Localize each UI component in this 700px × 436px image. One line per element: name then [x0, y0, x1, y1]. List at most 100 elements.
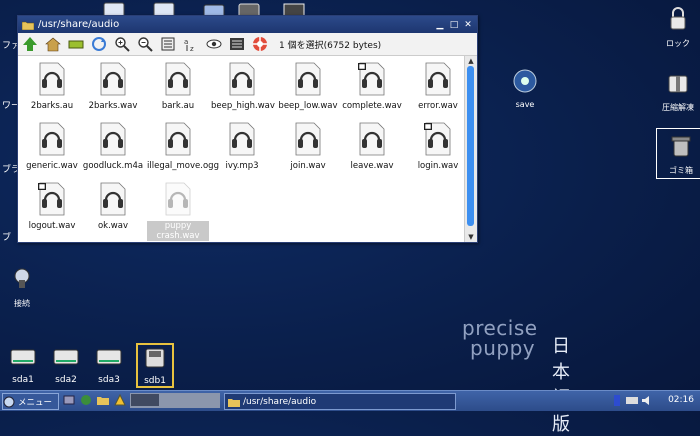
- vertical-scrollbar[interactable]: ▲ ▼: [464, 56, 477, 242]
- file-name: generic.wav: [26, 161, 78, 171]
- file-item[interactable]: goodluck.m4a: [82, 122, 144, 171]
- drive-label: sda1: [12, 375, 34, 385]
- up-arrow-icon[interactable]: [22, 36, 38, 52]
- close-button[interactable]: ✕: [463, 20, 473, 30]
- tray-icon[interactable]: [612, 395, 622, 406]
- help-icon[interactable]: [252, 36, 268, 52]
- view-icon[interactable]: [160, 36, 176, 52]
- file-name: join.wav: [290, 161, 326, 171]
- trash-desktop-icon[interactable]: ゴミ箱: [656, 128, 700, 179]
- file-item[interactable]: 2barks.au: [21, 62, 83, 111]
- network-icon[interactable]: [626, 395, 638, 406]
- taskbar-window-button[interactable]: /usr/share/audio: [224, 393, 456, 410]
- drive-sda1[interactable]: sda1: [6, 346, 40, 385]
- workspace-pager[interactable]: [130, 393, 220, 408]
- audio-file-icon: [165, 182, 191, 216]
- maximize-button[interactable]: □: [449, 20, 459, 30]
- file-name: 2barks.wav: [88, 101, 138, 111]
- audio-file-icon: [358, 62, 385, 96]
- file-item[interactable]: illegal_move.ogg: [147, 122, 219, 171]
- scroll-thumb[interactable]: [467, 66, 474, 226]
- desktop-label-cut[interactable]: ブ: [2, 230, 11, 243]
- file-item[interactable]: beep_low.wav: [277, 62, 339, 111]
- audio-file-icon: [165, 62, 191, 96]
- file-item[interactable]: ok.wav: [82, 182, 144, 231]
- file-item[interactable]: complete.wav: [341, 62, 403, 111]
- file-item[interactable]: beep_high.wav: [211, 62, 275, 111]
- connect-desktop-icon[interactable]: 接続: [0, 266, 46, 309]
- audio-file-icon: [229, 62, 255, 96]
- archive-desktop-icon[interactable]: 圧縮解凍: [654, 70, 700, 113]
- folder-icon: [228, 398, 240, 407]
- file-name: puppy crash.wav: [147, 221, 209, 241]
- eye-icon[interactable]: [206, 36, 222, 52]
- file-grid[interactable]: 2barks.au 2barks.wav bark.au beep_high.wav b…: [18, 56, 464, 242]
- file-item[interactable]: login.wav: [407, 122, 469, 171]
- audio-file-icon: [39, 62, 65, 96]
- lock-desktop-icon[interactable]: ロック: [654, 6, 700, 49]
- file-manager-window[interactable]: /usr/share/audio ▁ □ ✕ az 1 個を選択(6752 by…: [17, 15, 478, 243]
- file-item[interactable]: generic.wav: [21, 122, 83, 171]
- window-titlebar[interactable]: /usr/share/audio ▁ □ ✕: [18, 16, 477, 33]
- file-item[interactable]: error.wav: [407, 62, 469, 111]
- drive-label: sda3: [98, 375, 120, 385]
- file-name: 2barks.au: [30, 101, 74, 111]
- drive-sdb1[interactable]: sdb1: [136, 343, 174, 388]
- file-item[interactable]: ivy.mp3: [211, 122, 273, 171]
- file-item[interactable]: bark.au: [147, 62, 209, 111]
- sort-icon[interactable]: az: [183, 36, 199, 52]
- taskbar: メニュー /usr/share/audio 02:16: [0, 390, 700, 411]
- lock-icon: [670, 7, 686, 30]
- connect-label: 接続: [14, 299, 30, 308]
- quicklaunch-icon[interactable]: [63, 394, 75, 406]
- file-name: complete.wav: [342, 101, 402, 111]
- drive-label: sdb1: [144, 376, 166, 386]
- audio-file-icon: [165, 122, 191, 156]
- drive-sda3[interactable]: sda3: [92, 346, 126, 385]
- zoom-in-icon[interactable]: [114, 36, 130, 52]
- zoom-out-icon[interactable]: [137, 36, 153, 52]
- puppy-menu-icon: [3, 396, 15, 407]
- scroll-up-arrow[interactable]: ▲: [467, 57, 475, 65]
- file-item[interactable]: leave.wav: [341, 122, 403, 171]
- menu-label: メニュー: [18, 397, 53, 408]
- drive-icon: [10, 349, 36, 365]
- audio-file-icon: [229, 122, 255, 156]
- scroll-down-arrow[interactable]: ▼: [467, 233, 475, 241]
- drive-sda2[interactable]: sda2: [49, 346, 83, 385]
- details-icon[interactable]: [229, 36, 245, 52]
- file-name: beep_high.wav: [211, 101, 275, 111]
- warning-icon[interactable]: [114, 394, 126, 406]
- menu-button[interactable]: メニュー: [2, 393, 59, 410]
- lock-label: ロック: [666, 39, 690, 48]
- audio-file-icon: [100, 122, 126, 156]
- audio-file-icon: [38, 182, 65, 216]
- file-name: leave.wav: [350, 161, 394, 171]
- file-item[interactable]: join.wav: [277, 122, 339, 171]
- brand-jp: 日本語版: [552, 336, 570, 435]
- file-name: logout.wav: [28, 221, 76, 231]
- svg-text:a: a: [184, 38, 188, 46]
- refresh-icon[interactable]: [91, 36, 107, 52]
- file-item[interactable]: puppy crash.wav: [147, 182, 209, 241]
- globe-icon[interactable]: [80, 394, 92, 406]
- svg-text:z: z: [190, 45, 194, 52]
- audio-file-icon: [100, 62, 126, 96]
- file-item[interactable]: logout.wav: [21, 182, 83, 231]
- home-icon[interactable]: [45, 36, 61, 52]
- volume-icon[interactable]: [641, 395, 653, 406]
- workspace-1[interactable]: [131, 394, 159, 406]
- trash-label: ゴミ箱: [669, 166, 693, 175]
- drive-icon: [96, 349, 122, 365]
- archive-icon: [668, 75, 688, 93]
- save-icon: [513, 69, 537, 93]
- file-name: beep_low.wav: [278, 101, 338, 111]
- bookmark-icon[interactable]: [68, 36, 84, 52]
- audio-file-icon: [295, 62, 321, 96]
- save-desktop-icon[interactable]: save: [501, 68, 549, 109]
- brand-line1: precise: [462, 316, 538, 340]
- minimize-button[interactable]: ▁: [435, 20, 445, 30]
- folder-icon[interactable]: [97, 394, 109, 406]
- file-item[interactable]: 2barks.wav: [82, 62, 144, 111]
- file-name: goodluck.m4a: [82, 161, 144, 171]
